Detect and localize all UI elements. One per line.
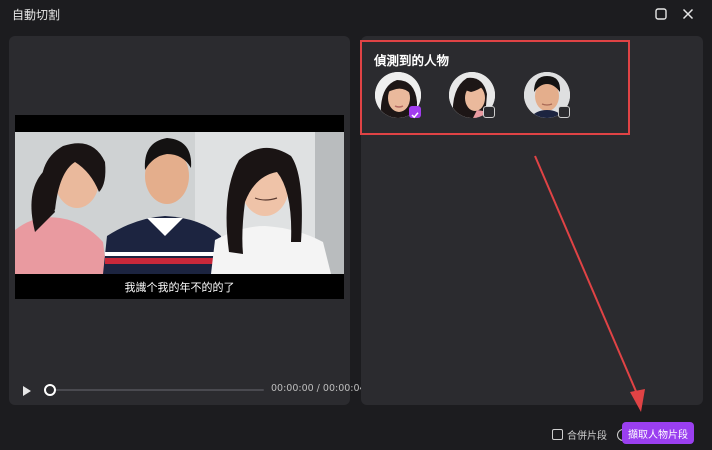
person-thumbnail[interactable]	[524, 72, 570, 118]
window-title: 自動切割	[12, 8, 61, 22]
merge-segments-label: 合併片段	[567, 431, 607, 442]
play-icon	[23, 386, 31, 396]
maximize-icon	[655, 8, 667, 20]
progress-handle[interactable]	[44, 384, 56, 396]
preview-panel: 我識个我的年不的的了 00:00:00 / 00:00:04	[9, 36, 366, 405]
checkmark-icon	[411, 112, 419, 119]
play-button[interactable]	[22, 382, 32, 401]
extract-person-clips-button[interactable]: 擷取人物片段	[622, 422, 694, 444]
playback-time: 00:00:00 / 00:00:04	[271, 383, 366, 394]
person-select-checkbox[interactable]	[483, 106, 495, 118]
person-select-checkbox[interactable]	[558, 106, 570, 118]
playback-controls: 00:00:00 / 00:00:04	[18, 379, 366, 401]
maximize-button[interactable]	[652, 5, 670, 23]
person-thumbnail[interactable]	[449, 72, 495, 118]
detected-people-title: 偵測到的人物	[374, 53, 450, 68]
detected-people-highlight: 偵測到的人物	[360, 40, 630, 135]
video-preview[interactable]: 我識个我的年不的的了	[15, 115, 344, 299]
title-bar: 自動切割	[0, 0, 712, 28]
merge-segments-checkbox[interactable]	[552, 429, 563, 440]
person-thumbnail[interactable]	[375, 72, 421, 119]
video-frame	[15, 132, 344, 274]
video-subtitle: 我識个我的年不的的了	[124, 281, 235, 294]
close-button[interactable]	[679, 5, 697, 23]
close-icon	[682, 8, 694, 20]
person-select-checkbox[interactable]	[409, 106, 421, 119]
video-frame-image	[15, 132, 344, 274]
progress-track[interactable]	[50, 389, 264, 391]
footer-bar: 合併片段 i 擷取人物片段	[0, 413, 712, 450]
merge-segments-option: 合併片段 i	[552, 427, 629, 442]
